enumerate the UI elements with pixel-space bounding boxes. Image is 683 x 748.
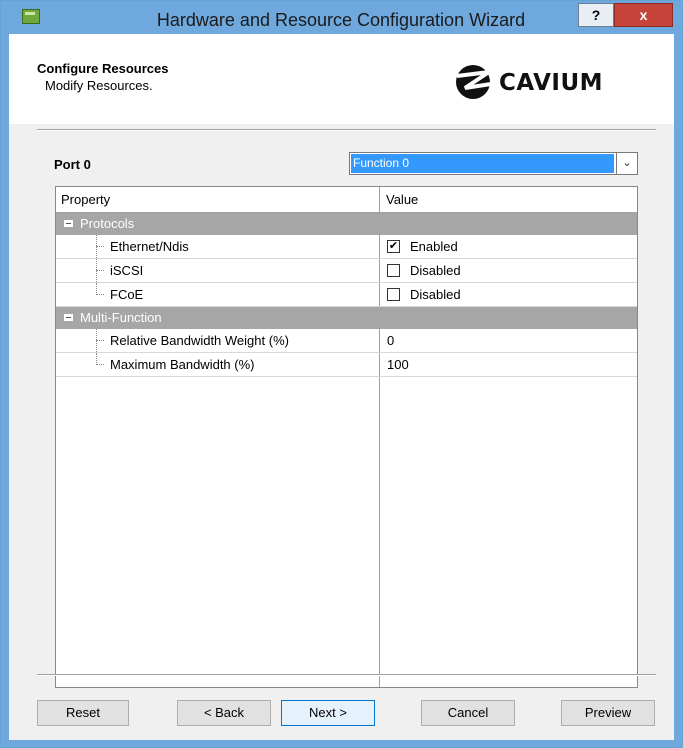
back-button[interactable]: < Back [177, 700, 271, 726]
tree-line [96, 270, 104, 272]
table-row[interactable]: iSCSI Disabled [56, 259, 637, 283]
title-bar[interactable]: Hardware and Resource Configuration Wiza… [1, 1, 682, 35]
property-value[interactable]: 0 [387, 329, 394, 352]
property-value: Disabled [410, 263, 461, 278]
preview-button[interactable]: Preview [561, 700, 655, 726]
column-header-value: Value [386, 192, 419, 207]
table-row[interactable]: Maximum Bandwidth (%) 100 [56, 353, 637, 377]
function-select[interactable]: Function 0 ⌄ [349, 152, 638, 175]
property-name: Relative Bandwidth Weight (%) [110, 333, 289, 348]
next-button[interactable]: Next > [281, 700, 375, 726]
function-select-value: Function 0 [351, 154, 614, 173]
property-value[interactable]: 100 [387, 353, 409, 376]
grid-header: Property Value [56, 187, 637, 213]
app-icon [22, 9, 40, 24]
checkbox-unchecked-icon[interactable] [387, 264, 400, 277]
checkbox-unchecked-icon[interactable] [387, 288, 400, 301]
reset-button[interactable]: Reset [37, 700, 129, 726]
tree-line [96, 294, 104, 296]
property-name: Maximum Bandwidth (%) [110, 357, 255, 372]
wizard-window: Hardware and Resource Configuration Wiza… [0, 0, 683, 748]
port-label: Port 0 [54, 157, 91, 172]
cavium-logo-mark-icon [456, 65, 492, 99]
page-subtitle: Modify Resources. [45, 78, 153, 93]
close-button[interactable]: x [614, 3, 673, 27]
property-grid: Property Value Protocols Ethernet/Ndis ✔… [55, 186, 638, 688]
property-name: iSCSI [110, 263, 144, 278]
tree-line [96, 340, 104, 342]
tree-line [96, 364, 104, 366]
wizard-header: Configure Resources Modify Resources. CA… [9, 34, 674, 124]
logo-text: CAVIUM [499, 70, 604, 96]
tree-line [96, 246, 104, 248]
property-value: Disabled [410, 287, 461, 302]
wizard-body: Configure Resources Modify Resources. CA… [9, 34, 674, 740]
collapse-icon[interactable] [64, 220, 73, 227]
property-name: FCoE [110, 287, 144, 302]
footer-divider [37, 674, 656, 676]
table-row[interactable]: FCoE Disabled [56, 283, 637, 307]
table-row[interactable]: Ethernet/Ndis ✔ Enabled [56, 235, 637, 259]
header-divider [37, 129, 656, 131]
property-value: Enabled [410, 239, 458, 254]
help-button[interactable]: ? [578, 3, 614, 27]
window-title: Hardware and Resource Configuration Wiza… [156, 10, 526, 30]
checkbox-checked-icon[interactable]: ✔ [387, 240, 400, 253]
category-row-protocols[interactable]: Protocols [56, 213, 637, 235]
category-label: Protocols [80, 216, 135, 231]
category-row-multi-function[interactable]: Multi-Function [56, 307, 637, 329]
chevron-down-icon[interactable]: ⌄ [616, 153, 637, 174]
category-label: Multi-Function [80, 310, 162, 325]
property-name: Ethernet/Ndis [110, 239, 189, 254]
column-header-property: Property [61, 192, 111, 207]
collapse-icon[interactable] [64, 314, 73, 321]
page-title: Configure Resources [37, 61, 169, 76]
table-row[interactable]: Relative Bandwidth Weight (%) 0 [56, 329, 637, 353]
cavium-logo: CAVIUM [447, 62, 647, 102]
cancel-button[interactable]: Cancel [421, 700, 515, 726]
